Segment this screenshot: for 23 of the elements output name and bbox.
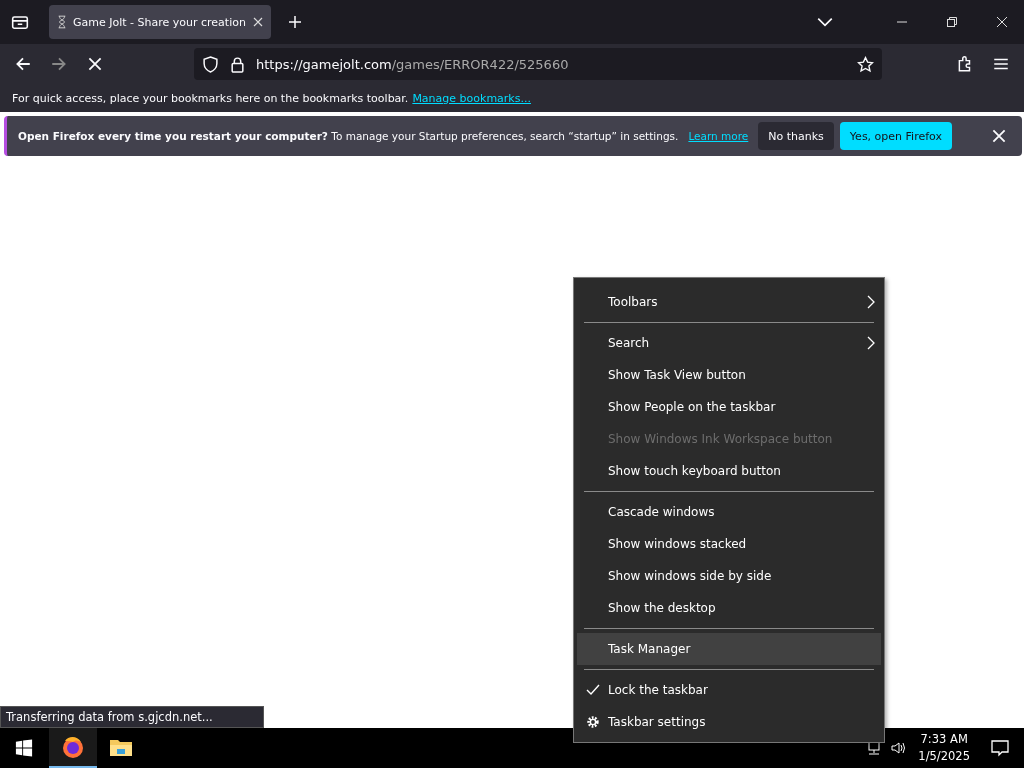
menu-item[interactable]: Cascade windows [577,496,881,528]
bookmarks-hint: For quick access, place your bookmarks here on the bookmarks toolbar. [12,91,409,105]
menu-item[interactable]: Lock the taskbar [577,674,881,706]
status-tooltip: Transferring data from s.gjcdn.net... [0,706,264,728]
clock[interactable]: 7:33 AM 1/5/2025 [918,731,970,765]
menu-item[interactable]: Show People on the taskbar [577,391,881,423]
menu-item[interactable]: Show touch keyboard button [577,455,881,487]
menu-item[interactable]: Show the desktop [577,592,881,624]
manage-bookmarks-link[interactable]: Manage bookmarks... [412,91,531,105]
menu-item[interactable]: Task Manager [577,633,881,665]
browser-tab[interactable]: Game Jolt - Share your creation [49,5,271,39]
confirm-button[interactable]: Yes, open Firefox [839,122,952,150]
menu-item[interactable]: Taskbar settings [577,706,881,738]
menu-item[interactable]: Show windows side by side [577,560,881,592]
tab-title: Game Jolt - Share your creation [73,15,247,29]
menu-item[interactable]: Show Task View button [577,359,881,391]
address-bar[interactable]: https://gamejolt.com/games/ERROR422/525660 [194,48,882,80]
menu-item[interactable]: Search [577,327,881,359]
dismiss-button[interactable]: No thanks [758,122,834,150]
menu-item[interactable]: Toolbars [577,286,881,318]
notification-message: Open Firefox every time you restart your computer? To manage your Startup preferences, search “startup” in settings. [18,130,679,142]
learn-more-link[interactable]: Learn more [688,130,749,142]
menu-item[interactable]: Show windows stacked [577,528,881,560]
